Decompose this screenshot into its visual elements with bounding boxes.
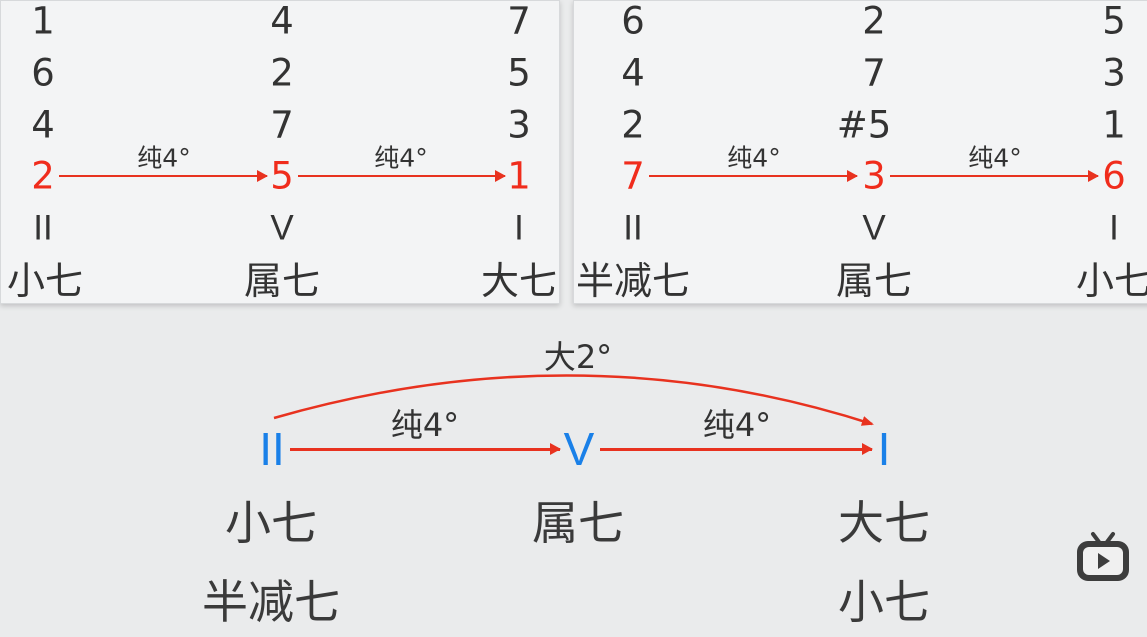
- interval-label: 纯4°: [702, 406, 772, 444]
- interval-label: 纯4°: [390, 406, 460, 444]
- arc-interval-label: 大2°: [543, 338, 613, 376]
- chord-quality: 小七: [225, 496, 317, 550]
- root-motion-arrow: [290, 443, 561, 454]
- chord-quality: 大七: [838, 496, 930, 550]
- chord-quality: 属七: [532, 496, 624, 550]
- chord-quality: 小七: [838, 575, 930, 629]
- bilibili-tv-icon: [1077, 532, 1129, 581]
- roman-ii: II: [259, 423, 285, 475]
- roman-v: V: [563, 423, 595, 475]
- roman-i: I: [877, 423, 891, 475]
- chord-quality: 半减七: [202, 575, 340, 629]
- root-motion-arrow: [600, 443, 873, 454]
